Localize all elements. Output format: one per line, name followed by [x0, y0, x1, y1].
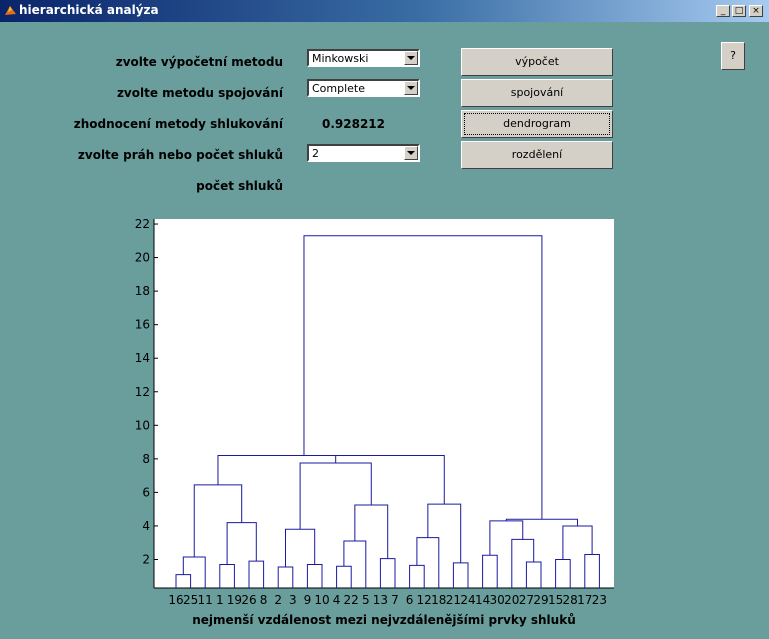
leaf-label: 25: [183, 593, 198, 607]
leaf-label: 1: [216, 593, 224, 607]
leaf-label: 15: [548, 593, 563, 607]
leaf-label: 5: [362, 593, 370, 607]
leaf-label: 6: [406, 593, 414, 607]
plot-area: [154, 219, 614, 588]
leaf-label: 8: [260, 593, 268, 607]
y-tick-label: 14: [135, 351, 150, 365]
leaf-label: 7: [391, 593, 399, 607]
leaf-label: 12: [417, 593, 432, 607]
y-tick-label: 12: [135, 385, 150, 399]
leaf-label: 29: [533, 593, 548, 607]
leaf-label: 16: [168, 593, 183, 607]
y-tick-label: 4: [142, 519, 150, 533]
y-tick-label: 16: [135, 318, 150, 332]
leaf-label: 21: [446, 593, 461, 607]
leaf-label: 27: [519, 593, 534, 607]
leaf-label: 10: [314, 593, 329, 607]
leaf-label: 13: [373, 593, 388, 607]
y-tick-label: 10: [135, 418, 150, 432]
leaf-label: 3: [289, 593, 297, 607]
leaf-label: 9: [304, 593, 312, 607]
leaf-label: 19: [227, 593, 242, 607]
y-tick-label: 2: [142, 552, 150, 566]
leaf-label: 4: [333, 593, 341, 607]
dendrogram-chart: 246810121416182022 16 25 11 1 19 26 8 2 3 9 10 4 22 5…: [135, 217, 614, 627]
leaf-label: 17: [577, 593, 592, 607]
leaf-label: 28: [563, 593, 578, 607]
y-tick-label: 20: [135, 251, 150, 265]
leaf-label: 20: [504, 593, 519, 607]
x-axis-label: nejmenší vzdálenost mezi nejvzdálenějším…: [192, 613, 575, 627]
leaf-label: 30: [490, 593, 505, 607]
leaf-label: 23: [592, 593, 607, 607]
y-tick-label: 22: [135, 217, 150, 231]
y-tick-label: 6: [142, 485, 150, 499]
leaf-label: 22: [344, 593, 359, 607]
y-tick-label: 18: [135, 284, 150, 298]
leaf-label: 24: [460, 593, 475, 607]
leaf-label: 14: [475, 593, 490, 607]
leaf-label: 26: [241, 593, 256, 607]
leaf-label: 11: [198, 593, 213, 607]
leaf-label: 18: [431, 593, 446, 607]
leaf-label: 2: [274, 593, 282, 607]
y-tick-label: 8: [142, 452, 150, 466]
